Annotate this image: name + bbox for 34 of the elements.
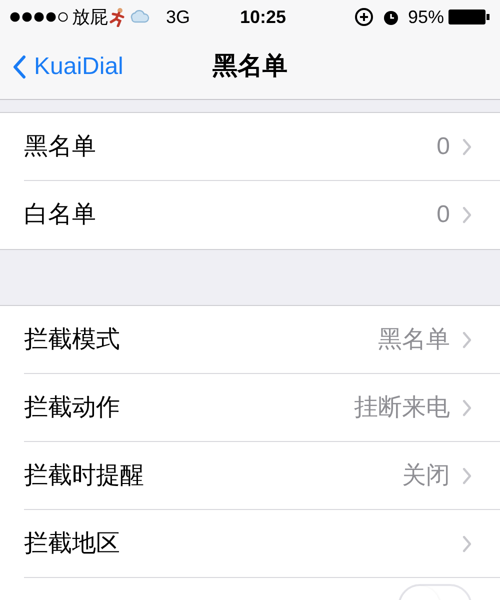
row-label: 拦截时提醒	[24, 460, 145, 490]
row-value: 黑名单	[378, 324, 450, 354]
settings-row[interactable]: 拦截模式 黑名单	[0, 306, 500, 374]
carrier-name: 放屁	[72, 6, 108, 28]
settings-row[interactable]: 拦截地区	[0, 510, 500, 578]
signal-icon	[10, 12, 68, 22]
chevron-icon	[462, 138, 472, 156]
nav-title: 黑名单	[212, 50, 288, 82]
row-label: 黑名单	[24, 132, 97, 162]
chevron-icon	[462, 534, 472, 552]
chevron-icon	[462, 398, 472, 416]
settings-row[interactable]: 拦截动作 挂断来电	[0, 374, 500, 442]
chevron-icon	[462, 330, 472, 348]
chevron-icon	[462, 206, 472, 224]
network-type: 3G	[166, 6, 190, 28]
row-label: 白名单	[24, 200, 97, 230]
settings-row[interactable]: 拦截时提醒 关闭	[0, 442, 500, 510]
rotation-lock-icon	[354, 7, 374, 27]
row-value: 挂断来电	[354, 392, 450, 422]
row-label: 拦截动作	[24, 392, 121, 422]
status-time: 10:25	[240, 6, 286, 28]
chevron-icon	[462, 466, 472, 484]
row-value: 0	[436, 200, 450, 230]
row-value: 关闭	[402, 460, 450, 490]
row-value: 0	[436, 132, 450, 162]
back-button[interactable]: KuaiDial	[0, 48, 124, 84]
row-label: 拦截模式	[24, 324, 121, 354]
alarm-icon	[382, 8, 400, 26]
settings-row[interactable]: 黑名单 0	[0, 113, 500, 181]
battery-icon	[448, 9, 490, 25]
battery-percent: 95%	[408, 6, 444, 28]
back-chevron-icon	[12, 54, 26, 78]
row-label: 拦截地区	[24, 528, 121, 558]
settings-row[interactable]: 白名单 0	[0, 181, 500, 249]
